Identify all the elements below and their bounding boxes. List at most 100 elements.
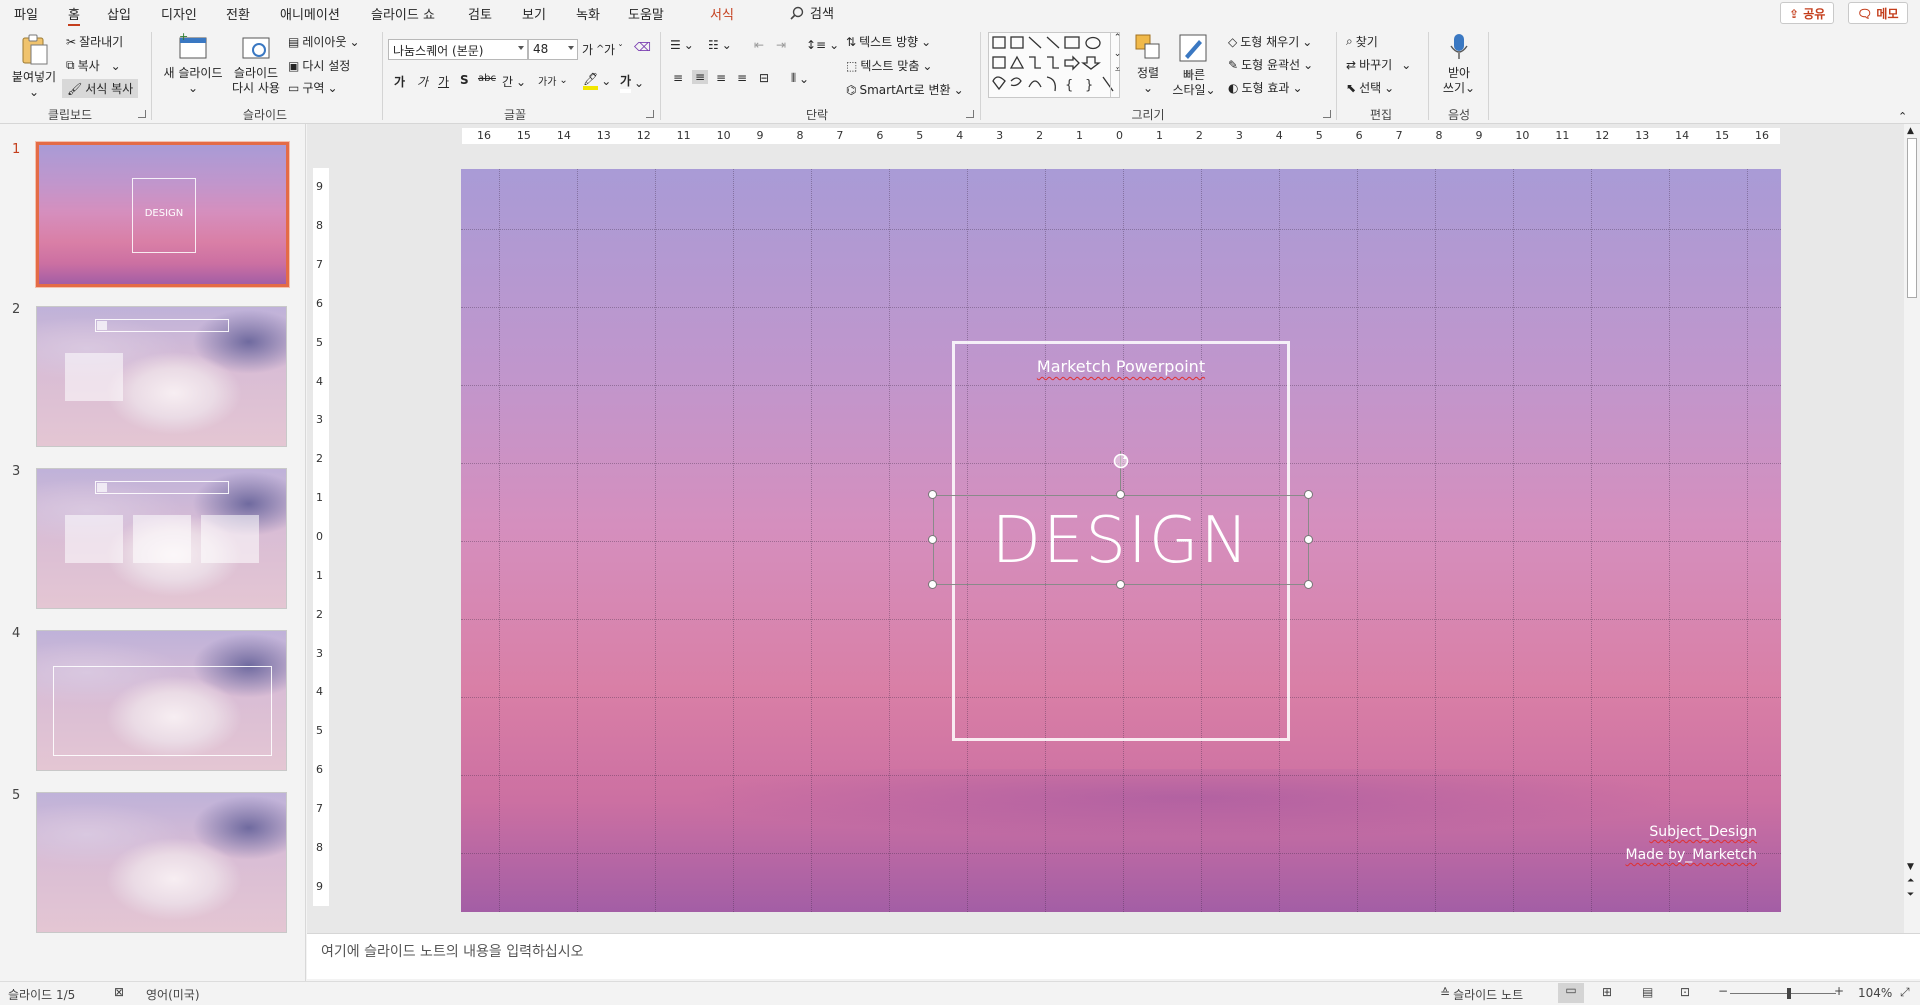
zoom-slider[interactable] [1730,988,1836,999]
format-painter-button[interactable]: 🖌 서식 복사 [62,79,139,98]
text-direction-button[interactable]: ⇅ 텍스트 방향 ⌄ [846,33,931,50]
tab-design[interactable]: 디자인 [161,4,197,23]
reuse-slides-button[interactable]: 슬라이드 다시 사용 [228,32,284,96]
notes-pane[interactable]: 여기에 슬라이드 노트의 내용을 입력하십시오 [307,933,1920,979]
chevron-up-icon[interactable]: ▲ [1907,126,1914,136]
resize-handle[interactable] [1304,535,1313,544]
normal-view-icon[interactable]: ▭ [1558,983,1584,1003]
tab-shape-format[interactable]: 서식 [710,4,734,23]
share-button[interactable]: ⇪ 공유 [1780,2,1835,24]
shadow-button[interactable]: S [460,73,469,87]
underline-button[interactable]: 가 [438,73,449,90]
zoom-level[interactable]: 104% [1858,986,1892,1000]
chevron-down-icon[interactable]: ▼ [1907,862,1914,872]
zoom-out-icon[interactable]: − [1718,984,1728,998]
bold-button[interactable]: 가 [394,73,405,90]
slide-thumbnail-4[interactable] [36,630,287,771]
vertical-scrollbar[interactable]: ▲ ▼ ⏶ ⏷ [1904,124,1920,933]
highlight-button[interactable]: 🖊 ⌄ [583,72,611,90]
font-color-button[interactable]: 가 ⌄ [620,72,644,93]
character-spacing-button[interactable]: 간 ⌄ [502,73,526,90]
accessibility-icon[interactable]: ⊠ [114,985,124,999]
next-slide-icon[interactable]: ⏷ [1907,890,1914,900]
quick-styles-button[interactable]: 빠른 스타일⌄ [1168,32,1220,98]
paste-button[interactable]: 붙여넣기 ⌄ [8,32,60,100]
notes-toggle-button[interactable]: ≙ 슬라이드 노트 [1440,986,1523,1003]
arrange-button[interactable]: 정렬 ⌄ [1130,32,1166,96]
shrink-font-button[interactable]: 가ˇ [604,41,623,58]
increase-indent-icon[interactable]: ⇥ [776,38,786,52]
font-launcher-icon[interactable] [646,110,654,118]
cut-button[interactable]: ✂ 잘라내기 [66,33,123,50]
tab-view[interactable]: 보기 [522,4,546,23]
slide-thumbnail-3[interactable] [36,468,287,609]
italic-button[interactable]: 가 [417,73,428,90]
clipboard-launcher-icon[interactable] [138,110,146,118]
tab-review[interactable]: 검토 [468,4,492,23]
reading-view-icon[interactable]: ▤ [1642,985,1653,999]
resize-handle[interactable] [1304,490,1313,499]
slide-sorter-icon[interactable]: ⊞ [1602,985,1612,999]
zoom-in-icon[interactable]: + [1834,984,1844,998]
justify-icon[interactable]: ≡ [737,71,747,85]
shape-outline-button[interactable]: ✎ 도형 윤곽선 ⌄ [1228,56,1313,73]
scroll-thumb[interactable] [1907,138,1917,298]
slide-thumbnail-5[interactable] [36,792,287,933]
strikethrough-button[interactable]: abc [478,73,496,84]
resize-handle[interactable] [1116,490,1125,499]
grow-font-button[interactable]: 가 ^ [582,41,604,58]
drawing-launcher-icon[interactable] [1323,110,1331,118]
change-case-button[interactable]: 가가 ⌄ [538,73,568,88]
tab-animations[interactable]: 애니메이션 [280,4,340,23]
shapes-gallery[interactable]: {} [988,32,1120,98]
search-box[interactable]: 검색 [790,3,834,22]
resize-handle[interactable] [1304,580,1313,589]
find-button[interactable]: ⌕ 찾기 [1346,33,1378,50]
resize-handle[interactable] [1116,580,1125,589]
slide-canvas[interactable]: Marketch Powerpoint DESIGN Subject_Desig… [461,169,1781,912]
paragraph-launcher-icon[interactable] [966,110,974,118]
tab-home[interactable]: 홈 [68,4,80,26]
reset-button[interactable]: ▣ 다시 설정 [288,57,350,74]
tab-transitions[interactable]: 전환 [226,4,250,23]
columns-button[interactable]: ⫴ ⌄ [791,71,809,86]
new-slide-button[interactable]: + 새 슬라이드 ⌄ [158,30,228,96]
select-button[interactable]: ⬉ 선택 ⌄ [1346,79,1394,96]
title-placeholder[interactable]: DESIGN [933,495,1309,585]
copy-button[interactable]: ⧉ 복사 ⌄ [66,57,121,74]
collapse-ribbon-icon[interactable]: ⌃ [1898,110,1907,123]
align-left-icon[interactable]: ≡ [673,71,683,85]
resize-handle[interactable] [928,535,937,544]
decrease-indent-icon[interactable]: ⇤ [754,38,764,52]
zoom-slider-thumb[interactable] [1787,988,1792,999]
resize-handle[interactable] [928,490,937,499]
slide-subtitle[interactable]: Marketch Powerpoint [952,357,1290,376]
slide-footer[interactable]: Subject_Design Made by_Marketch [1461,821,1757,867]
layout-button[interactable]: ▤ 레이아웃 ⌄ [288,33,360,50]
tab-file[interactable]: 파일 [14,4,38,23]
replace-button[interactable]: ⇄ 바꾸기 ⌄ [1346,56,1411,73]
align-text-button[interactable]: ⬚ 텍스트 맞춤 ⌄ [846,57,932,74]
distribute-icon[interactable]: ⊟ [759,71,769,85]
fit-to-window-icon[interactable]: ⤢ [1900,985,1910,1000]
line-spacing-button[interactable]: ↕≡ ⌄ [806,38,839,52]
memo-button[interactable]: 🗨 메모 [1848,2,1908,24]
section-button[interactable]: ▭ 구역 ⌄ [288,79,338,96]
rotate-handle-icon[interactable] [1112,452,1130,470]
tab-record[interactable]: 녹화 [576,4,600,23]
horizontal-ruler[interactable]: 16 15 14 13 12 11 10 9 8 7 6 5 4 3 2 1 0 1 2 3 4 5 6 7 8 9 10 11 12 1… [462,128,1780,144]
shape-effects-button[interactable]: ◐ 도형 효과 ⌄ [1228,79,1303,96]
dictate-button[interactable]: 받아 쓰기⌄ [1436,32,1482,96]
clear-formatting-icon[interactable]: ⌫ [634,40,651,54]
font-size-combo[interactable]: 48 [528,39,578,60]
shapes-gallery-scroll[interactable]: ⌃ ⌄ ⩡ [1110,33,1124,97]
language-indicator[interactable]: 영어(미국) [146,986,200,1003]
resize-handle[interactable] [928,580,937,589]
slide-thumbnail-2[interactable] [36,306,287,447]
bullets-button[interactable]: ☰ ⌄ [670,38,694,52]
font-name-combo[interactable]: 나눔스퀘어 (본문) [388,39,528,60]
slide-thumbnail-1[interactable]: DESIGN [35,141,290,288]
numbering-button[interactable]: ☷ ⌄ [708,38,732,52]
vertical-ruler[interactable]: 9 8 7 6 5 4 3 2 1 0 1 2 3 4 5 6 7 8 9 [313,168,329,906]
previous-slide-icon[interactable]: ⏶ [1907,876,1914,886]
